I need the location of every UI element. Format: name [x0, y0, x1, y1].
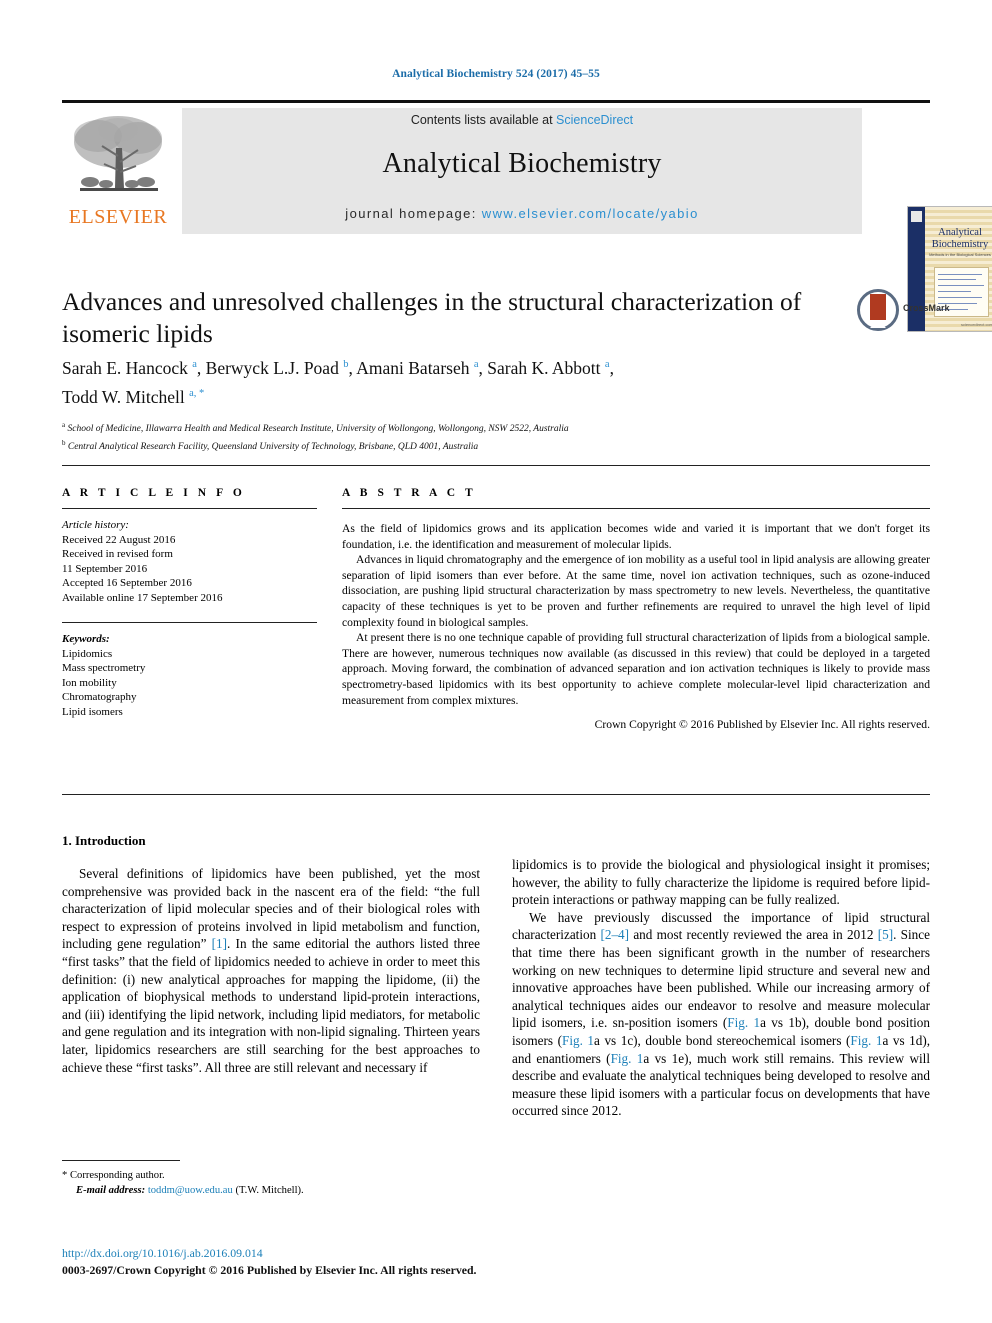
author-line-1: Sarah E. Hancock a, Berwyck L.J. Poad b,… [62, 357, 614, 378]
footnote-rule [62, 1160, 180, 1161]
history-item: Accepted 16 September 2016 [62, 577, 192, 589]
abstract-column: A B S T R A C T As the field of lipidomi… [342, 487, 930, 731]
masthead-top-rule [62, 100, 930, 103]
keywords-block: Keywords: Lipidomics Mass spectrometry I… [62, 632, 317, 719]
journal-homepage-line: journal homepage: www.elsevier.com/locat… [182, 206, 862, 221]
article-info-column: A R T I C L E I N F O Article history: R… [62, 487, 317, 719]
email-owner: (T.W. Mitchell). [235, 1185, 304, 1196]
body-column-right: lipidomics is to provide the biological … [512, 856, 930, 1120]
journal-homepage-link[interactable]: www.elsevier.com/locate/yabio [482, 206, 699, 221]
sciencedirect-link[interactable]: ScienceDirect [556, 113, 633, 127]
keyword-item: Lipid isomers [62, 705, 123, 718]
affiliation-a: a School of Medicine, Illawarra Health a… [62, 421, 569, 435]
corresponding-marker: * [62, 1170, 68, 1181]
body-column-left: 1. Introduction Several definitions of l… [62, 833, 480, 1076]
abstract-heading-rule [342, 508, 930, 509]
author-list: Sarah E. Hancock a, Berwyck L.J. Poad b,… [62, 352, 862, 410]
intro-paragraph-right-2: We have previously discussed the importa… [512, 909, 931, 1119]
keywords-label: Keywords: [62, 633, 110, 645]
elsevier-logo: ELSEVIER [62, 112, 174, 234]
keywords-rule [62, 622, 317, 623]
homepage-prefix-text: journal homepage: [345, 206, 482, 221]
keyword-item: Chromatography [62, 691, 137, 703]
page-title: Advances and unresolved challenges in th… [62, 287, 802, 348]
history-item: Available online 17 September 2016 [62, 591, 223, 604]
journal-masthead: Contents lists available at ScienceDirec… [62, 100, 992, 332]
history-item: Received in revised form [62, 548, 173, 560]
abstract-paragraph: Advances in liquid chromatography and th… [342, 553, 930, 629]
cover-title-line1: Analytical [938, 227, 982, 238]
cover-footer-text: sciencedirect.com [960, 322, 992, 327]
contents-prefix-text: Contents lists available at [410, 113, 557, 127]
article-history-label: Article history: [62, 519, 129, 531]
journal-title: Analytical Biochemistry [382, 148, 662, 179]
author-line-2: Todd W. Mitchell a, * [62, 386, 205, 407]
abstract-heading: A B S T R A C T [342, 487, 477, 499]
issn-copyright-line: 0003-2697/Crown Copyright © 2016 Publish… [62, 1263, 477, 1277]
cover-publisher-mark [911, 211, 922, 222]
corresponding-author-text: Corresponding author. [69, 1170, 165, 1181]
affiliation-b: b Central Analytical Research Facility, … [62, 439, 479, 453]
crossmark-label: CrossMark [903, 303, 950, 313]
corresponding-author-note: * Corresponding author. [62, 1168, 492, 1183]
crossmark-logo: CrossMark [857, 289, 950, 335]
abstract-copyright: Crown Copyright © 2016 Published by Else… [594, 718, 930, 732]
keyword-item: Ion mobility [62, 676, 117, 689]
elsevier-tree-icon [74, 116, 162, 191]
abstract-paragraph: At present there is no one technique cap… [342, 631, 930, 707]
email-note: E-mail address: toddm@uow.edu.au (T.W. M… [62, 1183, 492, 1198]
intro-paragraph-left: Several definitions of lipidomics have b… [62, 866, 480, 1075]
cover-title-line2: Biochemistry [931, 239, 989, 250]
keyword-item: Mass spectrometry [62, 662, 146, 674]
elsevier-wordmark: ELSEVIER [68, 206, 168, 228]
intro-paragraph-right-1: lipidomics is to provide the biological … [512, 857, 930, 908]
doi-link[interactable]: http://dx.doi.org/10.1016/j.ab.2016.09.0… [62, 1246, 263, 1261]
email-label: E-mail address: [76, 1185, 146, 1196]
history-item: Received 22 August 2016 [62, 533, 176, 546]
abstract-body: As the field of lipidomics grows and its… [342, 521, 930, 708]
article-info-heading: A R T I C L E I N F O [62, 487, 246, 499]
keyword-item: Lipidomics [62, 647, 113, 660]
contents-available-line: Contents lists available at ScienceDirec… [182, 113, 862, 127]
footnote-block: * Corresponding author. E-mail address: … [62, 1168, 492, 1198]
affiliations: a School of Medicine, Illawarra Health a… [62, 418, 862, 454]
paper-page: Analytical Biochemistry 524 (2017) 45–55… [0, 0, 992, 1323]
cover-subtitle: Methods in the Biological Sciences [929, 252, 991, 257]
article-history: Article history: Received 22 August 2016… [62, 518, 317, 605]
email-link[interactable]: toddm@uow.edu.au [148, 1185, 233, 1196]
crossmark-book-icon [870, 294, 886, 328]
journal-citation-line: Analytical Biochemistry 524 (2017) 45–55 [392, 68, 600, 80]
article-info-heading-rule [62, 508, 317, 509]
abstract-paragraph: As the field of lipidomics grows and its… [342, 522, 930, 551]
divider-above-info [62, 465, 930, 466]
history-item: 11 September 2016 [62, 562, 148, 575]
section-heading-introduction: 1. Introduction [62, 833, 146, 848]
divider-below-abstract [62, 794, 930, 795]
